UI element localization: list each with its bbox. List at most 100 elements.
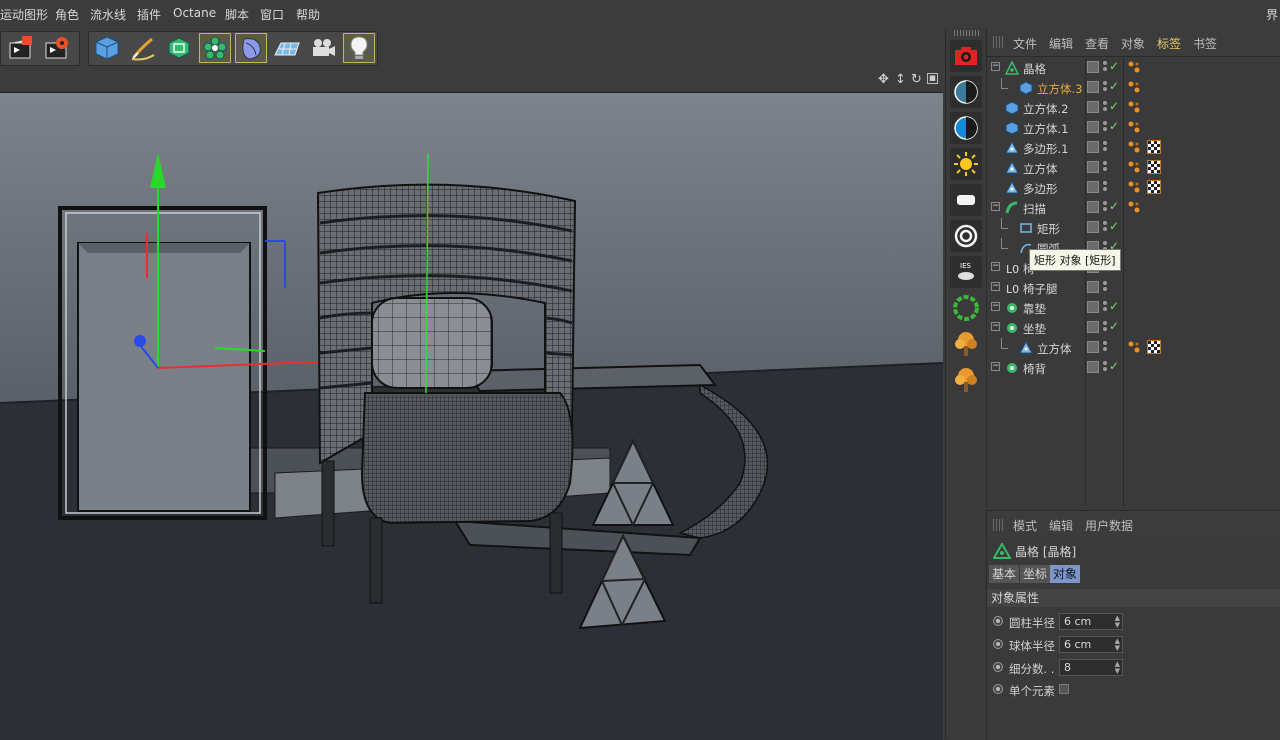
- object-row[interactable]: 立方体: [987, 338, 1280, 358]
- zoom-view-icon[interactable]: ↕: [895, 72, 906, 87]
- object-row[interactable]: 立方体.2 ✓: [987, 98, 1280, 118]
- expand-toggle-icon[interactable]: −: [991, 322, 1000, 331]
- material-tag-icon[interactable]: [1147, 160, 1161, 174]
- object-row[interactable]: 立方体.1 ✓: [987, 118, 1280, 138]
- cylinder-radius-input[interactable]: 6 cm ▲ ▼: [1059, 613, 1123, 630]
- render-visibility-dots[interactable]: [1103, 201, 1107, 213]
- editor-visibility-icon[interactable]: [1087, 61, 1099, 73]
- enabled-check-icon[interactable]: ✓: [1109, 119, 1119, 133]
- object-row[interactable]: 多边形.1: [987, 138, 1280, 158]
- tab-file[interactable]: 文件: [1013, 35, 1037, 52]
- animate-radio[interactable]: [993, 616, 1003, 626]
- editor-visibility-icon[interactable]: [1087, 281, 1099, 293]
- subtab-object[interactable]: 对象: [1050, 565, 1081, 583]
- animate-radio[interactable]: [993, 662, 1003, 672]
- object-row[interactable]: 立方体: [987, 158, 1280, 178]
- render-visibility-dots[interactable]: [1103, 61, 1107, 73]
- single-element-checkbox[interactable]: [1059, 684, 1069, 694]
- phong-tag-icon[interactable]: [1127, 160, 1141, 174]
- render-visibility-dots[interactable]: [1103, 301, 1107, 313]
- rotate-view-icon[interactable]: ↻: [911, 72, 922, 87]
- subdivision-icon[interactable]: [163, 33, 195, 63]
- phong-tag-icon[interactable]: [1127, 120, 1141, 134]
- menu-script[interactable]: 脚本: [225, 6, 249, 23]
- editor-visibility-icon[interactable]: [1087, 181, 1099, 193]
- expand-toggle-icon[interactable]: −: [991, 62, 1000, 71]
- editor-visibility-icon[interactable]: [1087, 161, 1099, 173]
- phong-tag-icon[interactable]: [1127, 140, 1141, 154]
- tab-view[interactable]: 查看: [1085, 35, 1109, 52]
- octane-environment-icon[interactable]: [950, 112, 982, 144]
- object-row[interactable]: − 扫描 ✓: [987, 198, 1280, 218]
- tab-user-data[interactable]: 用户数据: [1085, 517, 1133, 534]
- animate-radio[interactable]: [993, 639, 1003, 649]
- render-visibility-dots[interactable]: [1103, 281, 1107, 293]
- deformer-icon[interactable]: [235, 33, 267, 63]
- enabled-check-icon[interactable]: ✓: [1109, 219, 1119, 233]
- tab-attr-edit[interactable]: 编辑: [1049, 517, 1073, 534]
- object-row[interactable]: − 靠垫 ✓: [987, 298, 1280, 318]
- render-visibility-dots[interactable]: [1103, 361, 1107, 373]
- editor-visibility-icon[interactable]: [1087, 301, 1099, 313]
- spinner-icon[interactable]: ▲ ▼: [1115, 661, 1120, 675]
- editor-visibility-icon[interactable]: [1087, 141, 1099, 153]
- render-visibility-dots[interactable]: [1103, 101, 1107, 113]
- menu-help[interactable]: 帮助: [296, 6, 320, 23]
- subtab-coord[interactable]: 坐标: [1020, 565, 1051, 583]
- octane-area-light-icon[interactable]: [950, 184, 982, 216]
- tab-edit[interactable]: 编辑: [1049, 35, 1073, 52]
- phong-tag-icon[interactable]: [1127, 180, 1141, 194]
- tab-tags[interactable]: 标签: [1157, 35, 1181, 52]
- octane-tree-icon[interactable]: [950, 328, 982, 360]
- spinner-icon[interactable]: ▲ ▼: [1115, 615, 1120, 629]
- render-clapper-icon[interactable]: [5, 33, 37, 63]
- object-row[interactable]: 立方体.3 ✓: [987, 78, 1280, 98]
- enabled-check-icon[interactable]: ✓: [1109, 199, 1119, 213]
- enabled-check-icon[interactable]: ✓: [1109, 59, 1119, 73]
- editor-visibility-icon[interactable]: [1087, 221, 1099, 233]
- render-visibility-dots[interactable]: [1103, 341, 1107, 353]
- render-settings-icon[interactable]: [41, 33, 73, 63]
- sphere-radius-input[interactable]: 6 cm ▲ ▼: [1059, 636, 1123, 653]
- editor-visibility-icon[interactable]: [1087, 321, 1099, 333]
- editor-visibility-icon[interactable]: [1087, 121, 1099, 133]
- editor-visibility-icon[interactable]: [1087, 361, 1099, 373]
- octane-render-icon[interactable]: [950, 40, 982, 72]
- octane-target-light-icon[interactable]: [950, 220, 982, 252]
- menu-octane[interactable]: Octane: [173, 6, 216, 20]
- octane-tree-2-icon[interactable]: [950, 364, 982, 396]
- phong-tag-icon[interactable]: [1127, 340, 1141, 354]
- cube-icon[interactable]: [91, 33, 123, 63]
- expand-toggle-icon[interactable]: −: [991, 282, 1000, 291]
- menu-layout[interactable]: 界: [1266, 6, 1278, 23]
- menu-mograph[interactable]: 运动图形: [0, 6, 48, 23]
- object-row[interactable]: − 晶格 ✓: [987, 58, 1280, 78]
- maximize-view-icon[interactable]: ▪: [927, 72, 938, 84]
- cloner-icon[interactable]: [199, 33, 231, 63]
- octane-daylight-icon[interactable]: [950, 76, 982, 108]
- tab-bookmarks[interactable]: 书签: [1193, 35, 1217, 52]
- object-row[interactable]: − 椅背 ✓: [987, 358, 1280, 378]
- phong-tag-icon[interactable]: [1127, 200, 1141, 214]
- object-row[interactable]: − 坐垫 ✓: [987, 318, 1280, 338]
- subdivision-input[interactable]: 8 ▲ ▼: [1059, 659, 1123, 676]
- subtab-basic[interactable]: 基本: [989, 565, 1020, 583]
- pen-icon[interactable]: [127, 33, 159, 63]
- enabled-check-icon[interactable]: ✓: [1109, 359, 1119, 373]
- render-visibility-dots[interactable]: [1103, 221, 1107, 233]
- enabled-check-icon[interactable]: ✓: [1109, 99, 1119, 113]
- panel-grip[interactable]: [993, 36, 1005, 48]
- object-row[interactable]: − L0 椅子腿: [987, 278, 1280, 298]
- animate-radio[interactable]: [993, 684, 1003, 694]
- expand-toggle-icon[interactable]: −: [991, 362, 1000, 371]
- render-visibility-dots[interactable]: [1103, 161, 1107, 173]
- render-visibility-dots[interactable]: [1103, 141, 1107, 153]
- editor-visibility-icon[interactable]: [1087, 101, 1099, 113]
- tab-objects[interactable]: 对象: [1121, 35, 1145, 52]
- move-view-icon[interactable]: ✥: [878, 72, 889, 87]
- expand-toggle-icon[interactable]: −: [991, 262, 1000, 271]
- phong-tag-icon[interactable]: [1127, 80, 1141, 94]
- material-tag-icon[interactable]: [1147, 140, 1161, 154]
- tab-mode[interactable]: 模式: [1013, 517, 1037, 534]
- material-tag-icon[interactable]: [1147, 180, 1161, 194]
